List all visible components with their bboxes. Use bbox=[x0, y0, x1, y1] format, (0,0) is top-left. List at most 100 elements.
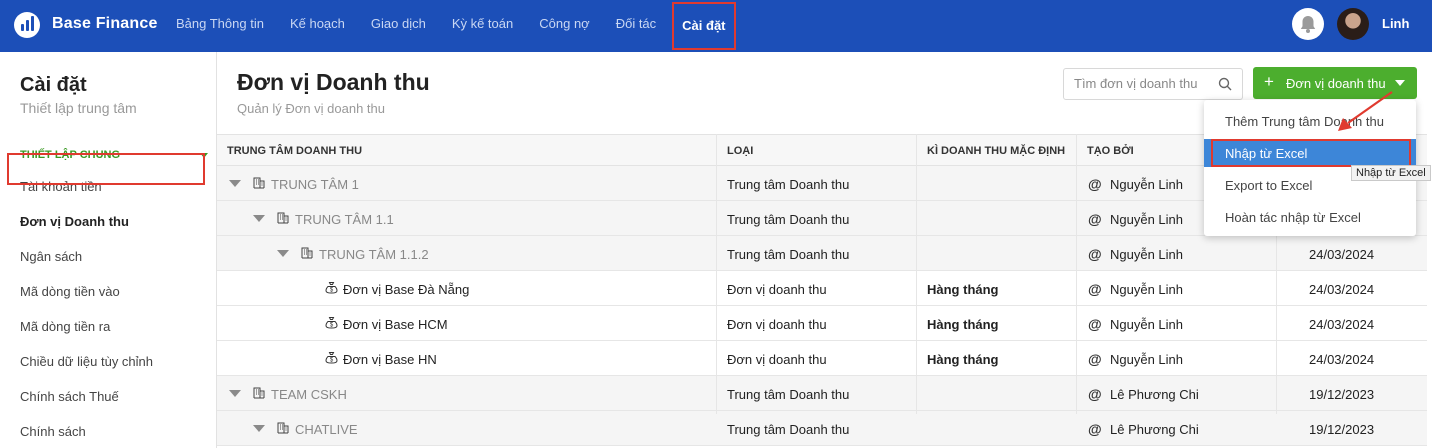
table-row[interactable]: CHATLIVE Trung tâm Doanh thu @ Lê Phương… bbox=[217, 411, 1427, 446]
caret-down-icon[interactable] bbox=[253, 425, 265, 432]
plus-icon: + bbox=[1264, 72, 1274, 91]
column-divider bbox=[716, 134, 717, 414]
caret-down-icon[interactable] bbox=[277, 250, 289, 257]
row-period: Hàng tháng bbox=[927, 317, 999, 332]
row-created-by: Nguyễn Linh bbox=[1110, 177, 1183, 192]
sidebar-item-cash-in-codes[interactable]: Mã dòng tiền vào bbox=[20, 284, 120, 299]
add-button-label: Đơn vị doanh thu bbox=[1286, 76, 1386, 91]
top-navbar: Base Finance Bảng Thông tin Kế hoạch Gia… bbox=[0, 0, 1432, 52]
caret-down-icon[interactable] bbox=[1395, 80, 1405, 86]
coin-bag-icon: $ bbox=[325, 282, 338, 294]
building-icon bbox=[253, 387, 265, 399]
logo-icon[interactable] bbox=[14, 12, 40, 38]
row-period: Hàng tháng bbox=[927, 352, 999, 367]
nav-item-dashboard[interactable]: Bảng Thông tin bbox=[176, 0, 264, 52]
bell-icon[interactable] bbox=[1292, 8, 1324, 40]
nav-item-plan[interactable]: Kế hoạch bbox=[290, 0, 345, 52]
search-input[interactable] bbox=[1074, 76, 1214, 91]
row-created-by: Nguyễn Linh bbox=[1110, 317, 1183, 332]
row-type: Đơn vị doanh thu bbox=[727, 352, 827, 367]
nav-item-settings[interactable]: Cài đặt bbox=[672, 2, 736, 50]
row-created-by: Nguyễn Linh bbox=[1110, 352, 1183, 367]
sidebar-title: Cài đặt bbox=[20, 74, 87, 96]
search-icon[interactable] bbox=[1218, 77, 1232, 91]
user-name[interactable]: Linh bbox=[1382, 16, 1409, 31]
row-created-by: Lê Phương Chi bbox=[1110, 387, 1199, 402]
column-header-center[interactable]: TRUNG TÂM DOANH THU bbox=[227, 145, 362, 157]
row-name: Đơn vị Base HCM bbox=[343, 317, 448, 332]
at-icon: @ bbox=[1088, 246, 1102, 262]
table-row[interactable]: $ Đơn vị Base Đà Nẵng Đơn vị doanh thu H… bbox=[217, 271, 1427, 306]
row-date: 24/03/2024 bbox=[1309, 317, 1375, 332]
at-icon: @ bbox=[1088, 351, 1102, 367]
coin-bag-icon: $ bbox=[325, 352, 338, 364]
search-box[interactable] bbox=[1063, 68, 1243, 100]
menu-item-add-revenue-center[interactable]: Thêm Trung tâm Doanh thu bbox=[1204, 107, 1416, 135]
add-revenue-unit-button[interactable]: + Đơn vị doanh thu bbox=[1253, 67, 1417, 99]
row-date: 24/03/2024 bbox=[1309, 352, 1375, 367]
sidebar-item-policy[interactable]: Chính sách bbox=[20, 424, 86, 439]
row-date: 24/03/2024 bbox=[1309, 247, 1375, 262]
row-name: Đơn vị Base Đà Nẵng bbox=[343, 282, 470, 297]
caret-down-icon[interactable] bbox=[253, 215, 265, 222]
row-type: Trung tâm Doanh thu bbox=[727, 177, 850, 192]
caret-down-icon[interactable] bbox=[229, 390, 241, 397]
menu-item-label: Hoàn tác nhập từ Excel bbox=[1225, 210, 1361, 225]
at-icon: @ bbox=[1088, 316, 1102, 332]
sidebar-item-budget[interactable]: Ngân sách bbox=[20, 249, 82, 264]
table-row[interactable]: TRUNG TÂM 1.1.2 Trung tâm Doanh thu @ Ng… bbox=[217, 236, 1427, 271]
column-header-created-by[interactable]: TẠO BỞI bbox=[1087, 145, 1134, 157]
sidebar-item-custom-dimensions[interactable]: Chiều dữ liệu tùy chỉnh bbox=[20, 354, 153, 369]
row-name: Đơn vị Base HN bbox=[343, 352, 437, 367]
row-created-by: Lê Phương Chi bbox=[1110, 422, 1199, 437]
row-date: 24/03/2024 bbox=[1309, 282, 1375, 297]
sidebar-item-tax-policy[interactable]: Chính sách Thuế bbox=[20, 389, 119, 404]
building-icon bbox=[253, 177, 265, 189]
column-header-type[interactable]: LOẠI bbox=[727, 145, 753, 157]
table-row[interactable]: $ Đơn vị Base HCM Đơn vị doanh thu Hàng … bbox=[217, 306, 1427, 341]
row-name: TRUNG TÂM 1.1.2 bbox=[319, 247, 429, 262]
brand-name[interactable]: Base Finance bbox=[52, 15, 158, 33]
row-created-by: Nguyễn Linh bbox=[1110, 212, 1183, 227]
at-icon: @ bbox=[1088, 176, 1102, 192]
building-icon bbox=[277, 212, 289, 224]
nav-item-accounting-period[interactable]: Kỳ kế toán bbox=[452, 0, 513, 52]
nav-item-partners[interactable]: Đối tác bbox=[616, 0, 656, 52]
page-subtitle: Quản lý Đơn vị doanh thu bbox=[237, 101, 386, 116]
menu-item-label: Thêm Trung tâm Doanh thu bbox=[1225, 114, 1384, 129]
row-type: Trung tâm Doanh thu bbox=[727, 422, 850, 437]
column-divider bbox=[1076, 134, 1077, 414]
tooltip: Nhập từ Excel bbox=[1351, 165, 1431, 181]
row-type: Đơn vị doanh thu bbox=[727, 282, 827, 297]
sidebar-item-cash-out-codes[interactable]: Mã dòng tiền ra bbox=[20, 319, 110, 334]
at-icon: @ bbox=[1088, 281, 1102, 297]
row-name: TEAM CSKH bbox=[271, 387, 347, 402]
column-header-default-period[interactable]: KÌ DOANH THU MẶC ĐỊNH bbox=[927, 145, 1065, 157]
nav-item-transactions[interactable]: Giao dịch bbox=[371, 0, 426, 52]
table-row[interactable]: $ Đơn vị Base HN Đơn vị doanh thu Hàng t… bbox=[217, 341, 1427, 376]
row-period: Hàng tháng bbox=[927, 282, 999, 297]
at-icon: @ bbox=[1088, 386, 1102, 402]
building-icon bbox=[277, 422, 289, 434]
row-name: TRUNG TÂM 1.1 bbox=[295, 212, 394, 227]
sidebar-subtitle: Thiết lập trung tâm bbox=[20, 100, 137, 116]
row-created-by: Nguyễn Linh bbox=[1110, 282, 1183, 297]
at-icon: @ bbox=[1088, 211, 1102, 227]
building-icon bbox=[301, 247, 313, 259]
annotation-highlight-sidebar bbox=[7, 153, 205, 185]
row-name: TRUNG TÂM 1 bbox=[271, 177, 359, 192]
row-date: 19/12/2023 bbox=[1309, 387, 1375, 402]
caret-down-icon[interactable] bbox=[229, 180, 241, 187]
row-type: Trung tâm Doanh thu bbox=[727, 247, 850, 262]
menu-item-undo-import[interactable]: Hoàn tác nhập từ Excel bbox=[1204, 203, 1416, 231]
column-divider bbox=[916, 134, 917, 414]
table-row[interactable]: TEAM CSKH Trung tâm Doanh thu @ Lê Phươn… bbox=[217, 376, 1427, 411]
main-nav: Bảng Thông tin Kế hoạch Giao dịch Kỳ kế … bbox=[176, 0, 762, 52]
annotation-highlight-menu-item bbox=[1211, 139, 1411, 167]
nav-item-debts[interactable]: Công nợ bbox=[539, 0, 589, 52]
sidebar-item-revenue-units[interactable]: Đơn vị Doanh thu bbox=[20, 214, 129, 229]
menu-item-label: Export to Excel bbox=[1225, 178, 1313, 193]
row-date: 19/12/2023 bbox=[1309, 422, 1375, 437]
avatar[interactable] bbox=[1337, 8, 1369, 40]
row-type: Đơn vị doanh thu bbox=[727, 317, 827, 332]
